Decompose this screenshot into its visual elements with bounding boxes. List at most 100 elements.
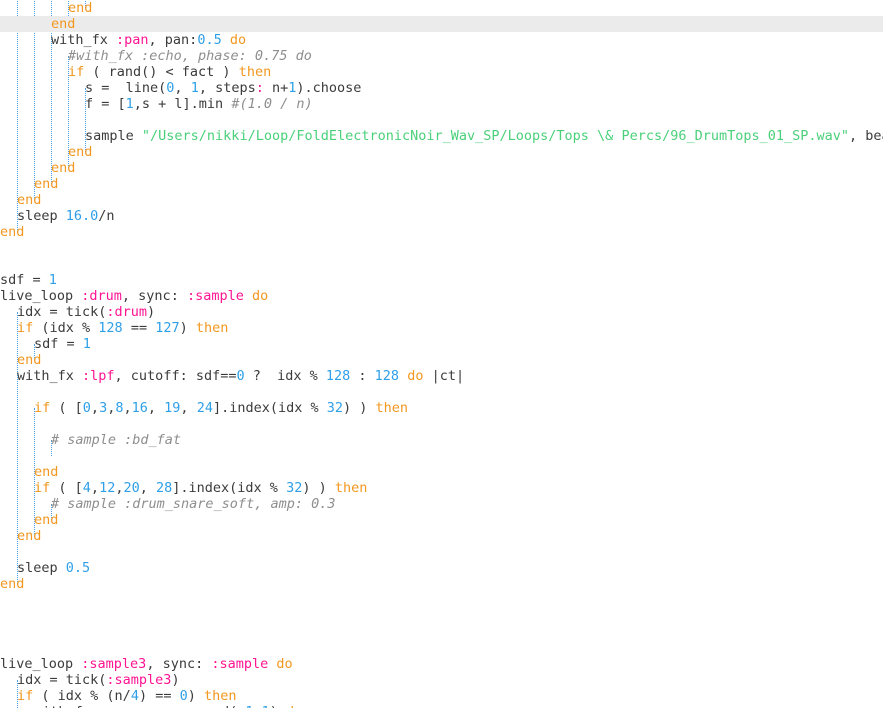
code-line[interactable]: # sample :drum_snare_soft, amp: 0.3 [0,496,883,512]
code-token: end [17,192,42,208]
code-line[interactable]: if ( [4,12,20, 28].index(idx % 32) ) the… [0,480,883,496]
code-token: 19 [164,400,181,416]
code-token: 1 [48,272,57,288]
code-token: ? idx % [244,368,326,384]
code-editor[interactable]: sample "/Users/nikki/Loop/FoldElectronic… [0,0,883,708]
code-line[interactable]: sample "/Users/nikki/Loop/FoldElectronic… [0,128,883,144]
code-token: 127 [155,320,180,336]
code-line[interactable]: s = line(0, 1, steps: n+1).choose [0,80,883,96]
code-line[interactable] [0,608,883,624]
code-token: 1 [125,96,134,112]
code-token: ) == [138,688,180,704]
code-token: if [68,64,85,80]
code-token: 12 [99,480,116,496]
code-line[interactable]: with_fx :lpf, cutoff: sdf==0 ? idx % 128… [0,368,883,384]
code-token: , pan: [148,32,198,48]
code-token: end [17,528,42,544]
code-line[interactable]: if ( idx % (n/4) == 0) then [0,688,883,704]
code-token: 0.5 [197,32,222,48]
code-token: do [229,32,247,48]
code-line[interactable] [0,256,883,272]
code-line[interactable]: if (idx % 128 == 127) then [0,320,883,336]
code-token: with_fx [51,32,117,48]
code-line[interactable]: sleep 0.5 [0,560,883,576]
code-token: live_loop [0,656,82,672]
code-token: 16 [131,400,148,416]
code-token: then [238,64,272,80]
code-line[interactable]: end [0,144,883,160]
code-token: end [68,144,93,160]
code-token: /n [98,208,115,224]
code-line[interactable] [0,640,883,656]
code-token: ].index(idx % [212,400,327,416]
code-token: idx = tick( [17,672,107,688]
code-line[interactable]: sleep 16.0/n [0,208,883,224]
code-token: if [17,320,34,336]
code-line[interactable]: idx = tick(:drum) [0,304,883,320]
code-line[interactable]: end [0,160,883,176]
code-line[interactable]: sdf = 1 [0,336,883,352]
code-token: :sample [186,288,244,304]
code-token: 32 [326,400,344,416]
code-token: : [255,80,264,96]
code-line[interactable]: live_loop :drum, sync: :sample do [0,288,883,304]
code-line[interactable]: end [0,528,883,544]
code-line[interactable] [0,240,883,256]
code-line[interactable]: if ( rand() < fact ) then [0,64,883,80]
code-line[interactable]: if ( [0,3,8,16, 19, 24].index(idx % 32) … [0,400,883,416]
code-line[interactable] [0,544,883,560]
code-token: end [34,512,59,528]
code-line[interactable] [0,112,883,128]
code-line[interactable]: f = [1,s + l].min #(1.0 / n) [0,96,883,112]
code-token: == [122,320,156,336]
code-token: end [68,0,93,16]
code-token: , [123,400,132,416]
code-line[interactable]: end [0,176,883,192]
code-line[interactable]: idx = tick(:sample3) [0,672,883,688]
code-line[interactable]: end [0,464,883,480]
code-line[interactable]: end [0,576,883,592]
code-token: f = [ [85,96,126,112]
code-token: , pan: rrand( [132,704,238,708]
code-token: ) [147,304,156,320]
code-line[interactable]: with_fx :pan, pan:0.5 do [0,32,883,48]
code-token: , [253,704,261,708]
code-line[interactable]: # sample :bd_fat [0,432,883,448]
code-token: end [34,464,59,480]
code-line[interactable] [0,416,883,432]
code-line[interactable]: with_fx :pan, pan: rrand(-1,1) do [0,704,883,708]
code-token: :sample3 [106,672,172,688]
code-line[interactable]: end [0,192,883,208]
code-token: : [170,288,187,304]
code-token: 3 [99,400,108,416]
code-line[interactable]: end [0,0,883,16]
code-token: 1 [262,704,270,708]
code-token: ].index(idx % [172,480,287,496]
code-token: ( [ [50,400,83,416]
code-line[interactable]: sdf = 1 [0,272,883,288]
code-line[interactable]: end [0,512,883,528]
code-line[interactable] [0,624,883,640]
code-token: end [51,16,76,32]
code-content[interactable]: sample "/Users/nikki/Loop/FoldElectronic… [0,0,883,708]
code-token: , [90,400,100,416]
code-token: if [34,400,51,416]
code-token: then [195,320,229,336]
code-token: do [276,656,293,672]
code-line[interactable]: #with_fx :echo, phase: 0.75 do [0,48,883,64]
code-line[interactable] [0,384,883,400]
code-token: with_fx [17,368,83,384]
code-token: , [90,480,100,496]
code-token: , cutoff: sdf== [114,368,237,384]
code-line[interactable]: live_loop :sample3, sync: :sample do [0,656,883,672]
code-line[interactable]: end [0,352,883,368]
code-line[interactable] [0,592,883,608]
code-line[interactable] [0,448,883,464]
code-token: , sync: [146,656,212,672]
code-line[interactable]: end [0,16,883,32]
code-token: then [375,400,409,416]
code-token: then [334,480,368,496]
code-token: ).choose [296,80,362,96]
code-line[interactable]: end [0,224,883,240]
